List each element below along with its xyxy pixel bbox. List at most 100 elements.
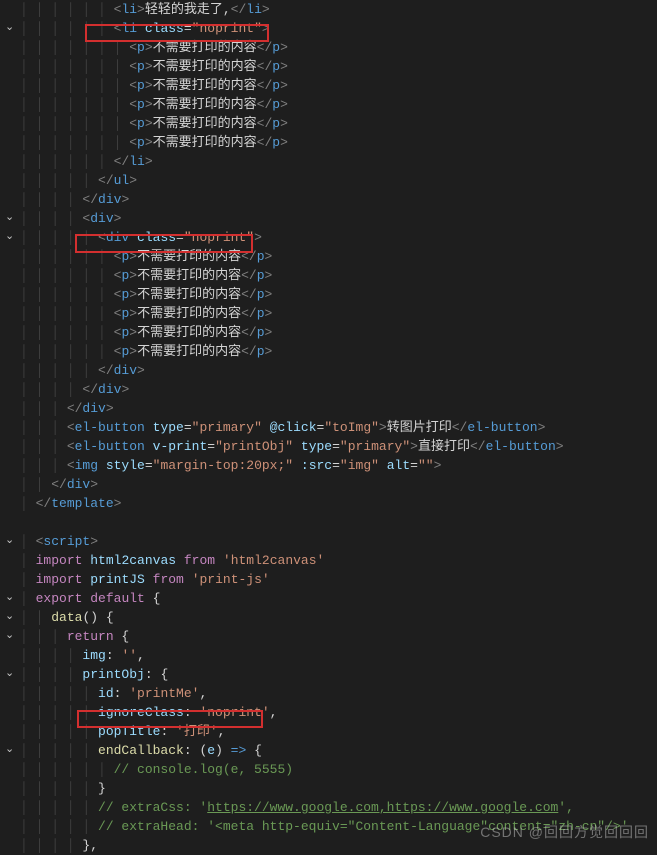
code-line[interactable]: │ │ │ │ │ │ <p>不需要打印的内容</p>	[0, 323, 657, 342]
code-token: >	[262, 19, 270, 38]
indent-guides: │ │ │ │ │ │	[20, 266, 114, 285]
code-line[interactable]: │ │ │ │ │ </div>	[0, 361, 657, 380]
code-line[interactable]: │ │ │ │ │ </ul>	[0, 171, 657, 190]
code-token: id	[98, 684, 114, 703]
code-line[interactable]: │ │ </div>	[0, 475, 657, 494]
code-token	[184, 570, 192, 589]
code-line[interactable]: ⌄│ │ │ │ │ │ <li class="noprint">	[0, 19, 657, 38]
code-line[interactable]: │ │ │ │ │ │ │ <p>不需要打印的内容</p>	[0, 76, 657, 95]
code-line[interactable]: │ │ │ </div>	[0, 399, 657, 418]
code-token: "primary"	[192, 418, 262, 437]
code-line[interactable]: ⌄│ │ │ │ <div>	[0, 209, 657, 228]
code-line[interactable]: │ │ │ │ │ │ │ <p>不需要打印的内容</p>	[0, 133, 657, 152]
code-token: import	[36, 570, 83, 589]
indent-guides: │ │ │ │ │	[20, 228, 98, 247]
code-line[interactable]: │ │ │ <img style="margin-top:20px;" :src…	[0, 456, 657, 475]
code-line[interactable]: │ │ │ <el-button v-print="printObj" type…	[0, 437, 657, 456]
indent-guides: │ │ │ │ │ │	[20, 0, 114, 19]
code-token: : (	[184, 741, 207, 760]
code-token: >	[434, 456, 442, 475]
code-line[interactable]: ⌄│ │ │ │ printObj: {	[0, 665, 657, 684]
code-token: "noprint"	[184, 228, 254, 247]
code-line[interactable]: │ </template>	[0, 494, 657, 513]
code-line[interactable]: │ │ │ │ │ }	[0, 779, 657, 798]
fold-chevron-icon[interactable]: ⌄	[5, 209, 14, 228]
code-line[interactable]: │ │ │ │ │ // extraCss: 'https://www.goog…	[0, 798, 657, 817]
code-token: div	[67, 475, 90, 494]
code-line[interactable]: │ │ │ │ │ │ <p>不需要打印的内容</p>	[0, 304, 657, 323]
code-line[interactable]: ⌄│ │ │ return {	[0, 627, 657, 646]
code-token: p	[272, 133, 280, 152]
fold-chevron-icon[interactable]: ⌄	[5, 665, 14, 684]
indent-guides: │ │ │ │ │ │	[20, 760, 114, 779]
code-token: {	[160, 665, 168, 684]
fold-chevron-icon[interactable]: ⌄	[5, 608, 14, 627]
fold-chevron-icon[interactable]: ⌄	[5, 627, 14, 646]
code-line[interactable]: ⌄│ export default {	[0, 589, 657, 608]
code-token: =	[176, 228, 184, 247]
code-line[interactable]: │ │ │ │ │ │ <p>不需要打印的内容</p>	[0, 266, 657, 285]
code-line[interactable]: │ │ │ │ │ │ <p>不需要打印的内容</p>	[0, 285, 657, 304]
code-line[interactable]: │ │ │ │ │ ignoreClass: 'noprint',	[0, 703, 657, 722]
code-editor[interactable]: │ │ │ │ │ │ <li>轻轻的我走了,</li>⌄│ │ │ │ │ │…	[0, 0, 657, 855]
code-token: </	[257, 114, 273, 133]
code-token: // extraCss: '	[98, 798, 207, 817]
code-line[interactable]: │ │ │ │ │ │ <p>不需要打印的内容</p>	[0, 247, 657, 266]
code-token: =	[145, 456, 153, 475]
fold-chevron-icon[interactable]: ⌄	[5, 532, 14, 551]
code-token: p	[272, 57, 280, 76]
code-line[interactable]: │ │ │ │ │ │ <p>不需要打印的内容</p>	[0, 342, 657, 361]
code-line[interactable]: │ │ │ <el-button type="primary" @click="…	[0, 418, 657, 437]
code-token: >	[129, 304, 137, 323]
code-token: >	[538, 418, 546, 437]
code-token: <	[129, 38, 137, 57]
code-token: ,	[199, 684, 207, 703]
code-token: </	[452, 418, 468, 437]
code-line[interactable]: ⌄│ │ data() {	[0, 608, 657, 627]
code-line[interactable]: │ import printJS from 'print-js'	[0, 570, 657, 589]
code-token: img	[75, 456, 98, 475]
code-line[interactable]: │ │ │ │ │ id: 'printMe',	[0, 684, 657, 703]
indent-guides: │	[20, 551, 36, 570]
watermark-text: CSDN @回回方觉回回回	[480, 823, 649, 842]
code-line[interactable]: ⌄│ │ │ │ │ <div class="noprint">	[0, 228, 657, 247]
code-token: }	[98, 779, 106, 798]
code-token: >	[121, 380, 129, 399]
code-line[interactable]: │ │ │ │ │ popTitle: '打印',	[0, 722, 657, 741]
code-token: 不需要打印的内容	[153, 38, 257, 57]
code-token: ,	[270, 703, 278, 722]
code-line[interactable]: ⌄│ <script>	[0, 532, 657, 551]
code-line[interactable]: │ │ │ │ │ │ │ <p>不需要打印的内容</p>	[0, 57, 657, 76]
code-line[interactable]: │ │ │ │ </div>	[0, 190, 657, 209]
code-token: <	[114, 285, 122, 304]
code-token	[176, 551, 184, 570]
code-token: popTitle	[98, 722, 160, 741]
code-line[interactable]: │ │ │ │ img: '',	[0, 646, 657, 665]
code-line[interactable]: │ │ │ │ │ │ // console.log(e, 5555)	[0, 760, 657, 779]
code-line[interactable]: │ │ │ │ │ │ <li>轻轻的我走了,</li>	[0, 0, 657, 19]
code-token: from	[184, 551, 215, 570]
code-token: 不需要打印的内容	[153, 57, 257, 76]
fold-chevron-icon[interactable]: ⌄	[5, 228, 14, 247]
code-line[interactable]: │ │ │ │ │ │ </li>	[0, 152, 657, 171]
fold-chevron-icon[interactable]: ⌄	[5, 741, 14, 760]
code-line[interactable]: │ │ │ │ │ │ │ <p>不需要打印的内容</p>	[0, 114, 657, 133]
code-token: </	[36, 494, 52, 513]
code-line[interactable]	[0, 513, 657, 532]
code-token: el-button	[486, 437, 556, 456]
fold-chevron-icon[interactable]: ⌄	[5, 19, 14, 38]
code-line[interactable]: │ import html2canvas from 'html2canvas'	[0, 551, 657, 570]
code-line[interactable]: │ │ │ │ │ │ │ <p>不需要打印的内容</p>	[0, 38, 657, 57]
code-token: :	[145, 665, 161, 684]
code-token: =	[332, 456, 340, 475]
code-token: "toImg"	[324, 418, 379, 437]
code-token: p	[137, 133, 145, 152]
code-line[interactable]: │ │ │ │ │ │ │ <p>不需要打印的内容</p>	[0, 95, 657, 114]
code-token: 直接打印	[418, 437, 470, 456]
code-token: li	[246, 0, 262, 19]
indent-guides: │ │ │	[20, 399, 67, 418]
code-line[interactable]: ⌄│ │ │ │ │ endCallback: (e) => {	[0, 741, 657, 760]
fold-chevron-icon[interactable]: ⌄	[5, 589, 14, 608]
code-token: </	[257, 38, 273, 57]
code-line[interactable]: │ │ │ │ </div>	[0, 380, 657, 399]
